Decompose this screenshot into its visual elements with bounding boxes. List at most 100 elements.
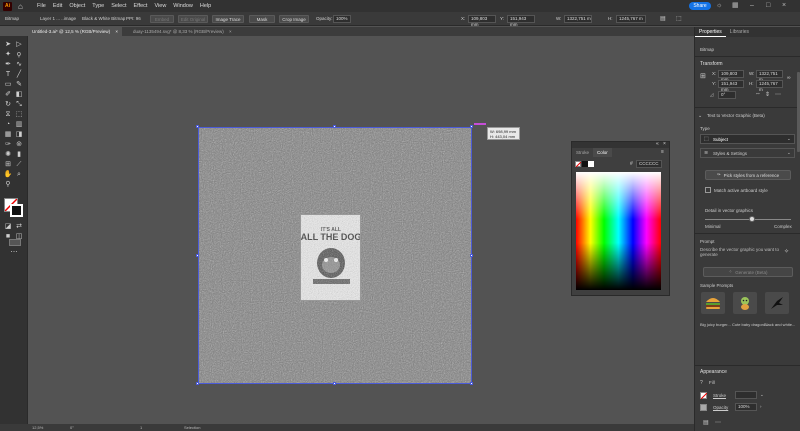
chevron-right-icon[interactable]: › <box>760 404 762 409</box>
reference-point-icon[interactable]: ⊞ <box>700 72 706 80</box>
none-swatch[interactable] <box>575 161 582 168</box>
resize-handle-r[interactable] <box>470 254 473 257</box>
stroke-swatch[interactable] <box>10 204 23 217</box>
resize-handle-b[interactable] <box>333 382 336 385</box>
artboard-tool-icon[interactable]: ⊞ <box>3 160 13 169</box>
close-icon[interactable]: × <box>229 29 232 34</box>
tab-stroke[interactable]: Stroke <box>572 148 593 157</box>
selection-tool-icon[interactable]: ➤ <box>3 40 13 49</box>
h-field[interactable]: 1245,767 m <box>616 15 646 23</box>
crop-image-button[interactable]: Crop Image <box>279 15 309 23</box>
screen-mode-icon[interactable] <box>9 239 21 246</box>
resize-handle-tl[interactable] <box>196 125 199 128</box>
scale-icon[interactable]: ⤡ <box>14 100 24 109</box>
y-field[interactable]: 151,943 mm <box>718 80 744 92</box>
fx-icon[interactable]: ▤ <box>703 419 709 426</box>
prompt-input[interactable]: Describe the vector graphic you want to … <box>700 247 780 261</box>
close-icon[interactable]: × <box>663 141 666 147</box>
flip-horizontal-icon[interactable]: ⇔ <box>755 91 761 97</box>
chevron-down-icon[interactable]: ⌄ <box>760 392 764 398</box>
paintbrush-icon[interactable]: ✎ <box>14 80 24 89</box>
stroke-label[interactable]: Stroke <box>713 393 726 398</box>
w-field[interactable]: 1322,751 m <box>564 15 592 23</box>
zoom-icon[interactable]: ⚲ <box>3 180 13 189</box>
sample-burger-thumbnail[interactable] <box>701 292 725 314</box>
bell-icon[interactable]: ☼ <box>716 2 722 10</box>
menu-select[interactable]: Select <box>111 3 126 9</box>
lasso-icon[interactable]: ϙ <box>14 50 24 59</box>
styles-settings-dropdown[interactable]: ≋ Styles & Settings ⌄ <box>700 148 795 158</box>
tab-libraries[interactable]: Libraries <box>726 27 753 37</box>
transform-icon[interactable]: ⬚ <box>676 15 682 22</box>
tab-duay[interactable]: duay-1135494.svg* @ 8,33 % (RGB/Preview)… <box>129 27 236 36</box>
match-style-checkbox[interactable] <box>705 187 711 193</box>
type-dropdown[interactable]: ⬚ Subject ⌄ <box>700 134 795 144</box>
align-icon[interactable]: ▤ <box>660 15 666 22</box>
pen-tool-icon[interactable]: ✒ <box>3 60 13 69</box>
blend-icon[interactable]: ⊚ <box>14 140 24 149</box>
slice-icon[interactable]: ⟋ <box>14 160 24 169</box>
curvature-icon[interactable]: ∿ <box>14 60 24 69</box>
line-tool-icon[interactable]: ╱ <box>14 70 24 79</box>
y-field[interactable]: 151,943 mm <box>507 15 535 27</box>
sample-bw-thumbnail[interactable] <box>765 292 789 314</box>
rotation-angle[interactable]: 0° <box>70 425 74 430</box>
color-spectrum[interactable] <box>576 172 661 290</box>
gradient-icon[interactable]: ◨ <box>14 130 24 139</box>
flip-vertical-icon[interactable]: ⇕ <box>765 91 770 98</box>
chevron-down-icon[interactable]: ⌄ <box>698 113 702 119</box>
shaper-icon[interactable]: ✐ <box>3 90 13 99</box>
white-swatch[interactable] <box>588 161 594 167</box>
shape-builder-icon[interactable]: ◔ <box>3 120 13 129</box>
resize-handle-tr[interactable] <box>470 125 473 128</box>
share-button[interactable]: Share <box>689 2 711 10</box>
sparkle-icon[interactable]: ✧ <box>784 248 789 255</box>
linked-file-link[interactable]: Layer 1 ... ..image <box>40 16 76 21</box>
detail-slider-track[interactable] <box>705 219 791 220</box>
rotate-icon[interactable]: ↻ <box>3 100 13 109</box>
resize-handle-bl[interactable] <box>196 382 199 385</box>
panel-menu-icon[interactable]: ≡ <box>661 149 664 155</box>
detail-slider-thumb[interactable] <box>749 216 756 222</box>
hand-tool-icon[interactable]: ✋ <box>3 170 13 179</box>
swap-colors-icon[interactable]: ⇄ <box>14 222 24 231</box>
w-field[interactable]: 1322,751 m <box>756 70 783 82</box>
menu-object[interactable]: Object <box>69 3 85 9</box>
tab-properties[interactable]: Properties <box>695 27 726 37</box>
direct-selection-tool-icon[interactable]: ▷ <box>14 40 24 49</box>
hex-field[interactable]: CCCCCC <box>636 160 662 168</box>
graph-tool-icon[interactable]: ▮ <box>14 150 24 159</box>
menu-help[interactable]: Help <box>200 3 211 9</box>
more-options-icon[interactable]: ⋯ <box>775 91 781 98</box>
pick-styles-button[interactable]: ✑ Pick styles from a reference <box>705 170 791 180</box>
tab-color[interactable]: Color <box>593 148 612 157</box>
edit-original-button[interactable]: Edit Original <box>178 15 208 23</box>
generate-button[interactable]: ✧ Generate (Beta) <box>703 267 793 277</box>
type-tool-icon[interactable]: T <box>3 70 13 79</box>
resize-handle-l[interactable] <box>196 254 199 257</box>
more-icon[interactable]: ⋯ <box>715 419 721 426</box>
symbol-sprayer-icon[interactable]: ✺ <box>3 150 13 159</box>
image-trace-button[interactable]: Image Trace <box>212 15 244 23</box>
h-field[interactable]: 1245,767 m <box>756 80 783 92</box>
menu-type[interactable]: Type <box>92 3 104 9</box>
zoom-tool-icon[interactable]: ⌕ <box>14 170 24 179</box>
opacity-label[interactable]: Opacity <box>713 405 728 410</box>
angle-field[interactable]: 0° <box>718 91 736 99</box>
workspace-icon[interactable]: ▦ <box>732 2 739 10</box>
close-icon[interactable]: × <box>115 29 118 34</box>
mesh-icon[interactable]: ▦ <box>3 130 13 139</box>
stroke-none-swatch[interactable] <box>700 392 708 400</box>
menu-effect[interactable]: Effect <box>134 3 148 9</box>
menu-file[interactable]: File <box>37 3 46 9</box>
more-tools-icon[interactable]: ⋯ <box>9 248 19 257</box>
menu-window[interactable]: Window <box>173 3 193 9</box>
resize-handle-t[interactable] <box>333 125 336 128</box>
minimize-icon[interactable]: – <box>750 2 754 10</box>
sample-dragon-thumbnail[interactable] <box>733 292 757 314</box>
close-icon[interactable]: × <box>782 2 786 10</box>
opacity-field[interactable]: 100% <box>735 403 757 411</box>
page-number[interactable]: 1 <box>140 425 142 430</box>
width-tool-icon[interactable]: ⧖ <box>3 110 13 119</box>
mask-button[interactable]: Mask <box>249 15 275 23</box>
